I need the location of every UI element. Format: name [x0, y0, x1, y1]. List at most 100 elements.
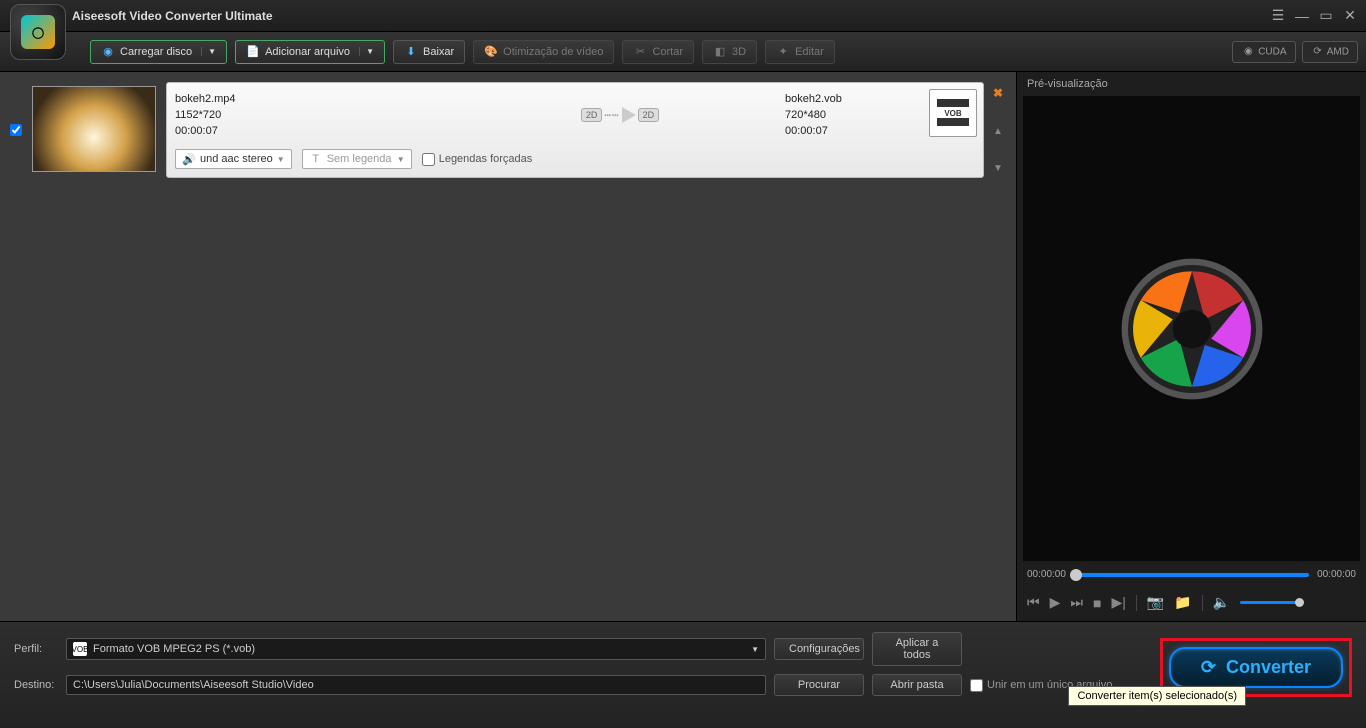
playback-controls: ⏮ ▶ ⏭ ■ ▶| 📷 📁 🔈 — [1017, 588, 1366, 621]
file-item[interactable]: bokeh2.mp4 1152*720 00:00:07 2D ┅┅ 2D — [166, 82, 984, 178]
chevron-down-icon: ▼ — [277, 155, 285, 164]
text-icon: T — [309, 152, 323, 166]
open-folder-button[interactable]: Abrir pasta — [872, 674, 962, 696]
close-icon[interactable]: ✕ — [1342, 8, 1358, 24]
file-checkbox-wrap — [10, 82, 22, 178]
source-resolution: 1152*720 — [175, 107, 455, 123]
threed-button[interactable]: ◧ 3D — [702, 40, 757, 64]
seek-slider[interactable] — [1074, 573, 1309, 577]
open-snapshot-folder-button[interactable]: 📁 — [1174, 594, 1191, 611]
merge-checkbox[interactable] — [970, 679, 983, 692]
apply-all-button[interactable]: Aplicar a todos — [872, 632, 962, 666]
seek-bar-row: 00:00:00 00:00:00 — [1017, 561, 1366, 588]
audio-track-dropdown[interactable]: 🔊 und aac stereo ▼ — [175, 149, 292, 169]
conversion-indicator: 2D ┅┅ 2D — [455, 91, 785, 139]
preview-header: Pré-visualização — [1017, 72, 1366, 96]
disc-icon: ◉ — [101, 45, 115, 59]
file-list-panel: bokeh2.mp4 1152*720 00:00:07 2D ┅┅ 2D — [0, 72, 1016, 621]
aperture-icon: ◯ — [21, 15, 55, 49]
amd-label: AMD — [1327, 46, 1349, 57]
output-format-selector[interactable]: VOB — [929, 89, 977, 137]
file-row: bokeh2.mp4 1152*720 00:00:07 2D ┅┅ 2D — [10, 82, 1006, 178]
forced-subs-option[interactable]: Legendas forçadas — [422, 153, 533, 166]
destination-resolution: 720*480 — [785, 107, 915, 123]
convert-button[interactable]: ⟳ Converter — [1169, 647, 1343, 688]
cut-label: Cortar — [652, 46, 683, 58]
add-file-button[interactable]: 📄 Adicionar arquivo ▼ — [235, 40, 385, 64]
load-disc-button[interactable]: ◉ Carregar disco ▼ — [90, 40, 227, 64]
next-button[interactable]: ▶| — [1111, 594, 1125, 611]
dst-2d-badge: 2D — [638, 108, 660, 122]
amd-button[interactable]: ⟳ AMD — [1302, 41, 1358, 63]
minimize-icon[interactable]: — — [1294, 8, 1310, 24]
chevron-down-icon: ▼ — [397, 155, 405, 164]
play-button[interactable]: ▶ — [1050, 594, 1061, 611]
feedback-icon[interactable]: ☰ — [1270, 8, 1286, 24]
volume-slider[interactable] — [1240, 601, 1300, 604]
cut-button[interactable]: ✂ Cortar — [622, 40, 694, 64]
volume-knob[interactable] — [1295, 598, 1304, 607]
filmstrip-icon — [937, 118, 969, 126]
arrow-right-icon — [622, 107, 636, 123]
window-controls: ☰ — ▭ ✕ — [1270, 8, 1358, 24]
add-file-icon: 📄 — [246, 45, 260, 59]
destination-column: bokeh2.vob 720*480 00:00:07 — [785, 91, 915, 139]
edit-button[interactable]: ✦ Editar — [765, 40, 835, 64]
file-info: bokeh2.mp4 1152*720 00:00:07 2D ┅┅ 2D — [167, 83, 923, 177]
profile-label: Perfil: — [14, 643, 58, 655]
destination-input[interactable]: C:\Users\Julia\Documents\Aiseesoft Studi… — [66, 675, 766, 695]
forced-subs-checkbox[interactable] — [422, 153, 435, 166]
load-disc-dropdown[interactable]: ▼ — [201, 47, 216, 56]
subtitle-value: Sem legenda — [327, 153, 392, 165]
cuda-label: CUDA — [1258, 46, 1286, 57]
download-icon: ⬇ — [404, 45, 418, 59]
optimize-label: Otimização de vídeo — [503, 46, 603, 58]
file-select-checkbox[interactable] — [10, 124, 22, 136]
download-label: Baixar — [423, 46, 454, 58]
source-filename: bokeh2.mp4 — [175, 91, 455, 107]
bottom-bar: Perfil: VOB Formato VOB MPEG2 PS (*.vob)… — [0, 621, 1366, 728]
optimize-button[interactable]: 🎨 Otimização de vídeo — [473, 40, 614, 64]
seek-knob[interactable] — [1070, 569, 1082, 581]
convert-tooltip: Converter item(s) selecionado(s) — [1068, 686, 1246, 706]
stop-button[interactable]: ■ — [1093, 595, 1101, 611]
speaker-icon: 🔊 — [182, 152, 196, 166]
main-area: bokeh2.mp4 1152*720 00:00:07 2D ┅┅ 2D — [0, 72, 1366, 621]
audio-track-value: und aac stereo — [200, 153, 273, 165]
scroll-up-icon[interactable]: ▲ — [993, 126, 1003, 137]
source-column: bokeh2.mp4 1152*720 00:00:07 — [175, 91, 455, 139]
file-controls: 🔊 und aac stereo ▼ T Sem legenda ▼ Legen… — [175, 149, 915, 169]
aperture-logo-icon — [1112, 249, 1272, 409]
separator — [1202, 595, 1203, 611]
destination-filename: bokeh2.vob — [785, 91, 915, 107]
scroll-down-icon[interactable]: ▼ — [993, 163, 1003, 174]
app-logo: ◯ — [10, 4, 66, 60]
profile-dropdown[interactable]: VOB Formato VOB MPEG2 PS (*.vob) ▼ — [66, 638, 766, 660]
load-disc-label: Carregar disco — [120, 46, 192, 58]
add-file-dropdown[interactable]: ▼ — [359, 47, 374, 56]
title-bar: Aiseesoft Video Converter Ultimate ☰ — ▭… — [0, 0, 1366, 32]
volume-icon[interactable]: 🔈 — [1213, 594, 1230, 611]
source-duration: 00:00:07 — [175, 123, 455, 139]
item-side-controls: ✖ ▲ ▼ — [990, 82, 1006, 178]
settings-button[interactable]: Configurações — [774, 638, 864, 660]
separator — [1136, 595, 1137, 611]
snapshot-button[interactable]: 📷 — [1147, 594, 1164, 611]
chevron-down-icon: ▼ — [751, 645, 759, 654]
remove-item-button[interactable]: ✖ — [993, 86, 1003, 100]
cuda-button[interactable]: ◉ CUDA — [1232, 41, 1295, 63]
video-thumbnail[interactable] — [32, 86, 156, 172]
wand-icon: ✦ — [776, 45, 790, 59]
prev-button[interactable]: ⏮ — [1027, 594, 1040, 611]
current-time: 00:00:00 — [1027, 569, 1066, 580]
download-button[interactable]: ⬇ Baixar — [393, 40, 465, 64]
browse-button[interactable]: Procurar — [774, 674, 864, 696]
subtitle-dropdown[interactable]: T Sem legenda ▼ — [302, 149, 412, 169]
amd-icon: ⟳ — [1311, 45, 1325, 59]
refresh-icon: ⟳ — [1201, 657, 1216, 678]
fast-forward-button[interactable]: ⏭ — [1070, 594, 1083, 611]
threed-icon: ◧ — [713, 45, 727, 59]
app-title: Aiseesoft Video Converter Ultimate — [72, 9, 273, 23]
maximize-icon[interactable]: ▭ — [1318, 8, 1334, 24]
main-toolbar: ◉ Carregar disco ▼ 📄 Adicionar arquivo ▼… — [0, 32, 1366, 72]
